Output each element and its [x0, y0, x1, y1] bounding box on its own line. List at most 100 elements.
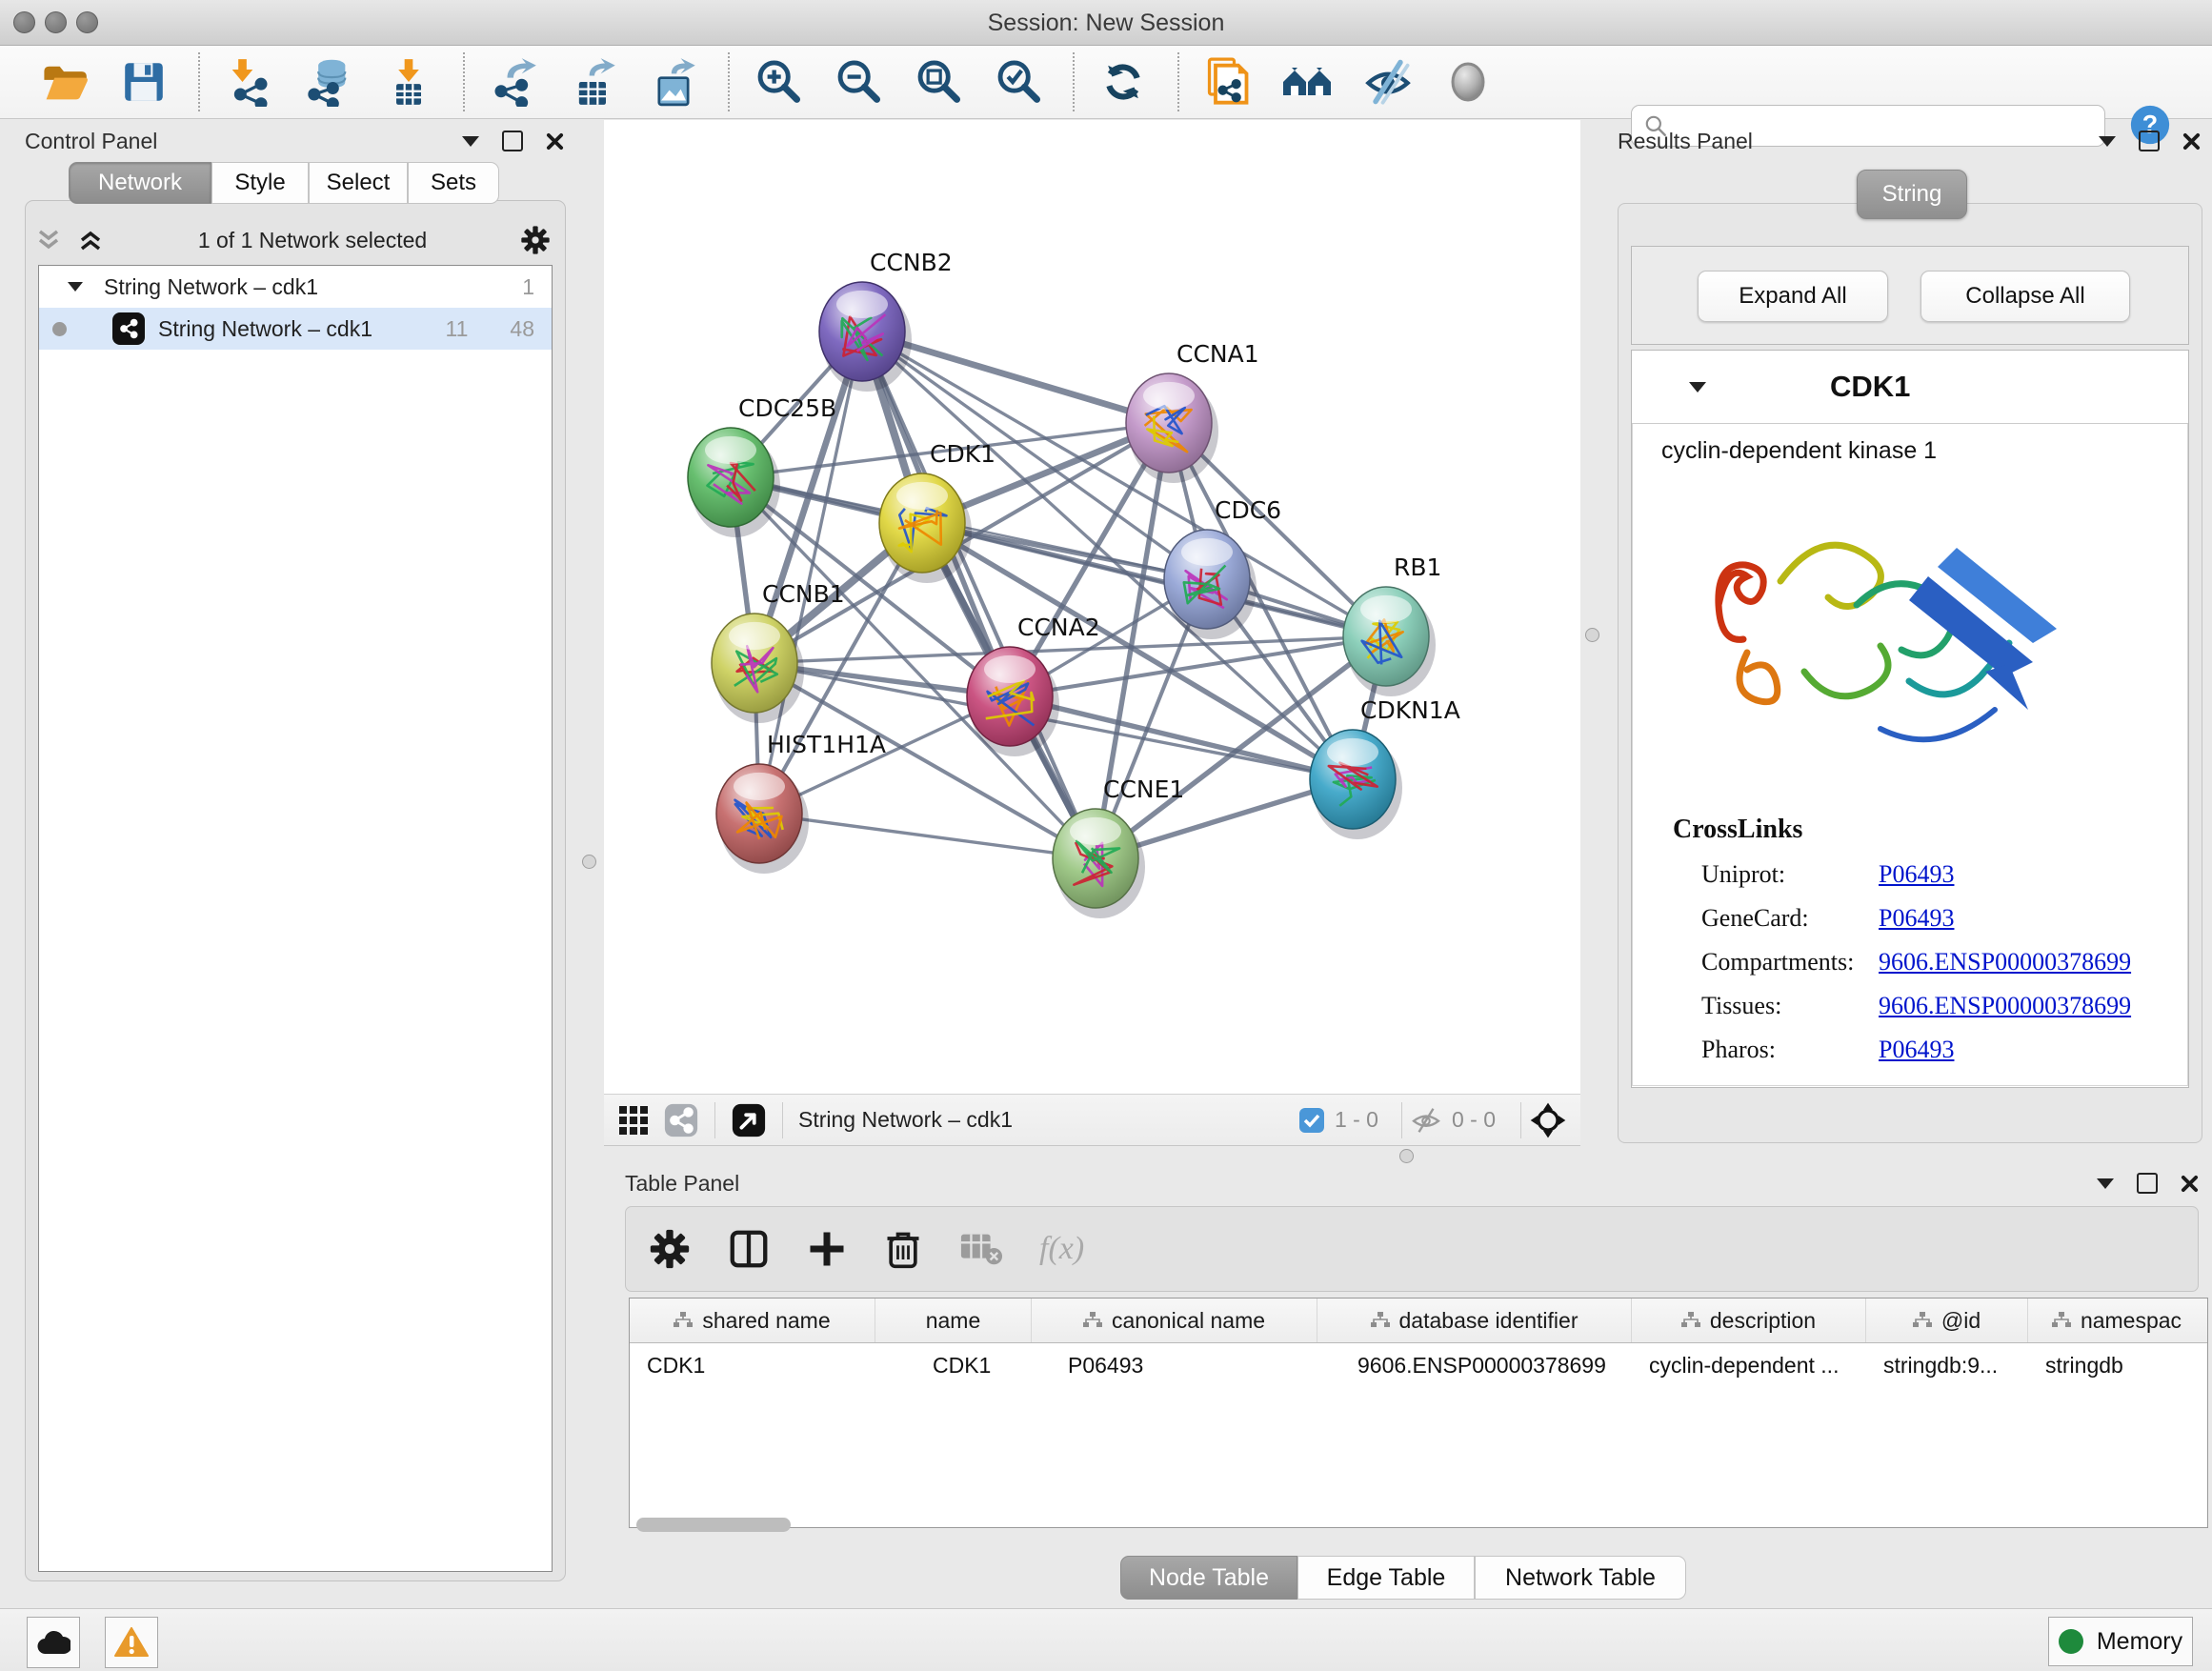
- horizontal-splitter-handle[interactable]: [1399, 1149, 1414, 1163]
- open-session-button[interactable]: [36, 54, 91, 110]
- export-table-button[interactable]: [566, 54, 621, 110]
- status-bar: Memory: [0, 1608, 2212, 1671]
- warning-status-button[interactable]: [105, 1617, 158, 1668]
- collapse-all-button[interactable]: Collapse All: [1920, 271, 2130, 322]
- open-in-window-icon[interactable]: [731, 1102, 767, 1138]
- crosslink-link[interactable]: 9606.ENSP00000378699: [1879, 948, 2131, 976]
- crosslink-link[interactable]: P06493: [1879, 860, 1954, 889]
- refresh-button[interactable]: [1096, 54, 1151, 110]
- delete-table-icon: [959, 1230, 1003, 1268]
- network-tree-root-row[interactable]: String Network – cdk1 1: [39, 266, 552, 308]
- close-panel-icon[interactable]: [2182, 132, 2201, 151]
- clone-network-button[interactable]: [1200, 54, 1256, 110]
- document-share-icon: [1203, 57, 1253, 107]
- memory-button[interactable]: Memory: [2048, 1617, 2193, 1666]
- collapse-all-icon[interactable]: [34, 228, 63, 252]
- column-header[interactable]: name: [875, 1299, 1032, 1342]
- hide-selected-button[interactable]: [1360, 54, 1416, 110]
- toolbar-separator: [728, 52, 730, 111]
- network-tree-child-row[interactable]: String Network – cdk1 11 48: [39, 308, 552, 350]
- node-label: CDC6: [1215, 496, 1281, 524]
- tab-select[interactable]: Select: [309, 162, 408, 204]
- tab-sets[interactable]: Sets: [408, 162, 499, 204]
- network-node[interactable]: HIST1H1A: [716, 731, 886, 874]
- network-edge[interactable]: [759, 814, 1096, 858]
- network-overview-icon[interactable]: [663, 1102, 699, 1138]
- right-splitter-handle[interactable]: [1585, 628, 1599, 642]
- import-table-button[interactable]: [381, 54, 436, 110]
- network-node[interactable]: CDKN1A: [1310, 696, 1460, 839]
- collapse-panel-icon[interactable]: [2099, 136, 2116, 147]
- network-edge[interactable]: [862, 332, 1096, 858]
- column-header[interactable]: @id: [1866, 1299, 2028, 1342]
- network-node[interactable]: CCNB2: [819, 249, 953, 392]
- network-node[interactable]: CCNE1: [1053, 775, 1184, 918]
- zoom-out-button[interactable]: [831, 54, 886, 110]
- table-row[interactable]: CDK1 CDK1 P06493 9606.ENSP00000378699 cy…: [630, 1343, 2207, 1387]
- node-label: HIST1H1A: [767, 731, 886, 758]
- tab-node-table[interactable]: Node Table: [1120, 1556, 1297, 1600]
- crosslink-label: Compartments:: [1701, 948, 1854, 976]
- save-session-button[interactable]: [116, 54, 171, 110]
- column-header[interactable]: database identifier: [1317, 1299, 1632, 1342]
- cloud-status-button[interactable]: [27, 1617, 80, 1668]
- collapse-panel-icon[interactable]: [462, 136, 479, 147]
- close-panel-icon[interactable]: [546, 132, 564, 151]
- cloud-icon: [36, 1629, 70, 1656]
- table-horizontal-scrollbar[interactable]: [636, 1518, 791, 1532]
- home-layout-button[interactable]: [1280, 54, 1336, 110]
- network-view-dot-icon: [52, 322, 67, 336]
- table-settings-gear-icon[interactable]: [649, 1228, 691, 1270]
- column-header[interactable]: canonical name: [1032, 1299, 1317, 1342]
- network-view-canvas[interactable]: CCNB2CCNA1CDC25BCDK1CDC6RB1CCNB1CCNA2CDK…: [604, 120, 1580, 1094]
- tab-string[interactable]: String: [1857, 170, 1967, 219]
- tab-network[interactable]: Network: [69, 162, 211, 204]
- zoom-selected-button[interactable]: [991, 54, 1046, 110]
- column-header[interactable]: description: [1632, 1299, 1866, 1342]
- show-all-button[interactable]: [1440, 54, 1496, 110]
- zoom-fit-button[interactable]: [911, 54, 966, 110]
- crosslink-link[interactable]: P06493: [1879, 1036, 1954, 1064]
- selected-checkbox-icon[interactable]: [1298, 1107, 1325, 1134]
- network-node[interactable]: CCNA1: [1126, 340, 1259, 483]
- column-header[interactable]: shared name: [630, 1299, 875, 1342]
- float-panel-icon[interactable]: [502, 131, 523, 151]
- show-columns-icon[interactable]: [727, 1227, 771, 1271]
- zoom-selected-icon: [994, 57, 1043, 107]
- node-label: CCNA2: [1017, 614, 1100, 641]
- gene-header-row[interactable]: CDK1: [1632, 351, 2188, 424]
- crosslink-label: Tissues:: [1701, 992, 1781, 1020]
- add-column-icon[interactable]: [807, 1229, 847, 1269]
- tab-network-table[interactable]: Network Table: [1475, 1556, 1686, 1600]
- float-panel-icon[interactable]: [2137, 1173, 2158, 1194]
- crosslink-link[interactable]: 9606.ENSP00000378699: [1879, 992, 2131, 1020]
- tab-edge-table[interactable]: Edge Table: [1297, 1556, 1475, 1600]
- network-node[interactable]: RB1: [1343, 554, 1441, 696]
- gene-description: cyclin-dependent kinase 1: [1633, 424, 2187, 465]
- expand-all-icon[interactable]: [76, 228, 105, 252]
- left-splitter-handle[interactable]: [582, 855, 596, 869]
- import-network-from-database-button[interactable]: [301, 54, 356, 110]
- network-node[interactable]: CDK1: [879, 440, 995, 583]
- grid-view-icon[interactable]: [617, 1104, 650, 1137]
- tab-style[interactable]: Style: [211, 162, 309, 204]
- crosslink-link[interactable]: P06493: [1879, 904, 1954, 933]
- refresh-icon: [1099, 58, 1147, 106]
- tree-expander-icon[interactable]: [68, 282, 83, 292]
- expand-all-button[interactable]: Expand All: [1698, 271, 1888, 322]
- import-network-button[interactable]: [221, 54, 276, 110]
- float-panel-icon[interactable]: [2139, 131, 2160, 151]
- column-header[interactable]: namespac: [2028, 1299, 2205, 1342]
- gene-expander-icon[interactable]: [1689, 382, 1706, 393]
- collapse-panel-icon[interactable]: [2097, 1178, 2114, 1189]
- close-panel-icon[interactable]: [2181, 1175, 2199, 1193]
- zoom-in-button[interactable]: [751, 54, 806, 110]
- selection-status: 1 of 1 Network selected: [105, 228, 520, 253]
- table-toolbar: f(x): [625, 1206, 2199, 1292]
- export-network-button[interactable]: [486, 54, 541, 110]
- delete-column-trash-icon[interactable]: [883, 1228, 923, 1270]
- gear-icon[interactable]: [520, 225, 551, 255]
- fit-selected-icon[interactable]: [1529, 1101, 1567, 1139]
- export-image-button[interactable]: [646, 54, 701, 110]
- selected-count: 1 - 0: [1335, 1107, 1378, 1133]
